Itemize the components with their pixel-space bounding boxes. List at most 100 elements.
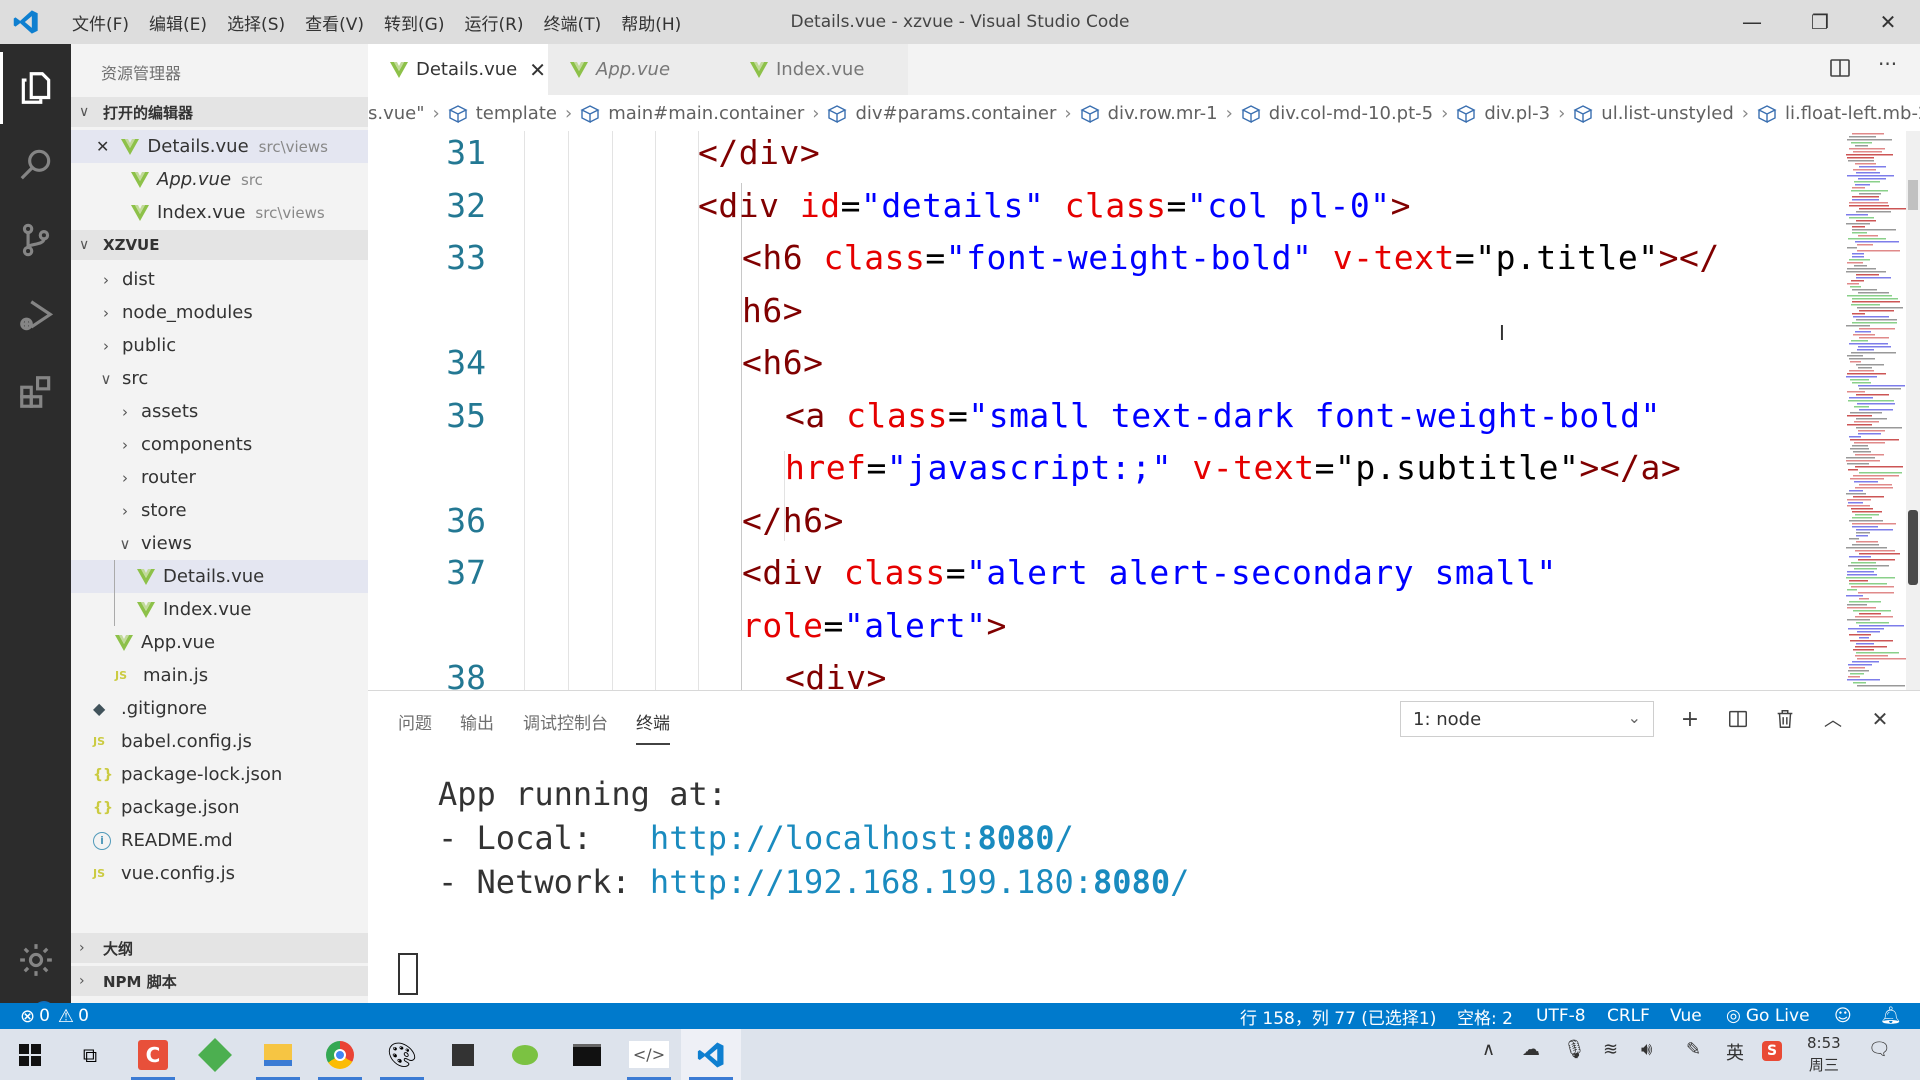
new-terminal-button[interactable]: + [1672,701,1708,737]
activity-source-control[interactable] [0,204,71,276]
tree-file[interactable]: {} package.json [71,791,368,824]
tree-file[interactable]: {} package-lock.json [71,758,368,791]
sogou-tray[interactable]: S [1762,1039,1782,1061]
tree-folder[interactable]: ∨ views [71,527,368,560]
taskbar-app-notes[interactable] [433,1029,493,1080]
ime-tray[interactable]: 英 [1726,1039,1744,1065]
tree-file[interactable]: i README.md [71,824,368,857]
network-url[interactable]: http://192.168.199.180:8080/ [650,863,1189,901]
maximize-panel-button[interactable]: ︿ [1815,701,1851,737]
breadcrumb-item[interactable]: li.float-left.mb-2 [1757,103,1920,124]
tree-folder[interactable]: › router [71,461,368,494]
menu-edit[interactable]: 编辑(E) [139,10,217,35]
close-icon[interactable]: ✕ [96,137,109,156]
tab-details-vue[interactable]: Details.vue ✕ [368,44,548,95]
tab-index-vue[interactable]: Index.vue [728,44,908,95]
breadcrumb-item[interactable]: template [448,103,557,124]
menu-go[interactable]: 转到(G) [374,10,454,35]
menu-selection[interactable]: 选择(S) [217,10,295,35]
menu-terminal[interactable]: 终端(T) [534,10,612,35]
activity-search[interactable] [0,128,71,200]
network-tray[interactable]: ≋ [1603,1039,1618,1060]
project-header[interactable]: ∨ XZVUE [71,230,368,260]
activity-run-debug[interactable] [0,280,71,352]
breadcrumb-item[interactable]: div#params.container [827,103,1056,124]
open-editor-item[interactable]: Index.vue src\views [71,196,368,229]
tree-folder[interactable]: › public [71,329,368,362]
close-panel-button[interactable]: ✕ [1862,701,1898,737]
taskbar-app-wechat[interactable] [495,1029,555,1080]
taskbar-app-code-editor[interactable]: </> [619,1029,679,1080]
restore-button[interactable]: ❐ [1792,0,1848,44]
problems-status[interactable]: ⊗ 0 ⚠ 0 [20,1003,89,1029]
taskbar-app-vscode[interactable] [681,1029,741,1080]
outline-header[interactable]: › 大纲 [71,933,368,963]
local-url[interactable]: http://localhost:8080/ [650,819,1074,857]
start-button[interactable] [0,1029,60,1080]
activity-settings[interactable] [0,924,71,996]
panel-tab-debug-console[interactable]: 调试控制台 [523,709,608,739]
activity-extensions[interactable] [0,356,71,428]
menu-file[interactable]: 文件(F) [62,10,139,35]
tree-file[interactable]: JS main.js [71,659,368,692]
open-editor-item[interactable]: App.vue src [71,163,368,196]
tree-file[interactable]: JS vue.config.js [71,857,368,890]
panel-tab-terminal[interactable]: 终端 [636,709,670,745]
menu-view[interactable]: 查看(V) [295,10,374,35]
line-ending[interactable]: CRLF [1607,1003,1650,1029]
npm-scripts-header[interactable]: › NPM 脚本 [71,966,368,996]
tree-folder[interactable]: › components [71,428,368,461]
breadcrumb-item[interactable]: main#main.container [580,103,804,124]
pen-tray[interactable]: ✎ [1686,1039,1701,1060]
breadcrumb-item[interactable]: ul.list-unstyled [1573,103,1734,124]
breadcrumb-item[interactable]: div.col-md-10.pt-5 [1241,103,1433,124]
tree-folder[interactable]: › store [71,494,368,527]
indentation[interactable]: 空格: 2 [1457,1003,1513,1029]
taskbar-app-camtasia[interactable]: C [123,1029,183,1080]
taskbar-app-explorer[interactable] [248,1029,308,1080]
split-terminal-button[interactable] [1720,701,1756,737]
tree-folder[interactable]: › assets [71,395,368,428]
close-window-button[interactable]: ✕ [1860,0,1916,44]
minimize-button[interactable]: — [1724,0,1780,44]
taskbar-app-chrome[interactable] [310,1029,370,1080]
activity-explorer[interactable] [0,52,71,124]
taskbar-app-paint[interactable]: 🎨︎ [372,1029,432,1080]
breadcrumb-item[interactable]: div.pl-3 [1456,103,1550,124]
terminal-select[interactable]: 1: node ⌄ [1400,701,1654,737]
volume-tray[interactable]: 🔊︎ [1641,1039,1652,1060]
notifications-button[interactable]: 🔔︎ [1880,1003,1902,1029]
code-editor[interactable]: 31 </div> 32 <div id="details" class="col p… [368,131,1848,690]
vertical-scrollbar[interactable] [1906,131,1920,690]
cursor-position[interactable]: 行 158，列 77 (已选择1) [1240,1003,1436,1029]
tree-file[interactable]: JS babel.config.js [71,725,368,758]
encoding[interactable]: UTF-8 [1536,1003,1586,1029]
panel-tab-problems[interactable]: 问题 [398,709,432,739]
onedrive-tray[interactable]: ☁︎ [1522,1039,1540,1060]
tree-file[interactable]: ◆ .gitignore [71,692,368,725]
menu-run[interactable]: 运行(R) [454,10,533,35]
microphone-tray[interactable]: 🎙︎ [1563,1039,1586,1060]
more-actions-button[interactable]: ··· [1878,52,1897,76]
panel-tab-output[interactable]: 输出 [460,709,494,739]
breadcrumb-item[interactable]: s.vue" [368,103,425,124]
tree-file[interactable]: Index.vue [71,593,368,626]
tree-folder[interactable]: ∨ src [71,362,368,395]
action-center-button[interactable]: 🗨︎ [1868,1039,1891,1060]
open-editors-header[interactable]: ∨ 打开的编辑器 [71,97,368,127]
kill-terminal-button[interactable] [1767,701,1803,737]
close-icon[interactable]: ✕ [529,58,546,82]
tray-overflow-button[interactable]: ∧ [1482,1039,1495,1060]
task-view-button[interactable]: ⧉ [60,1029,120,1080]
tree-folder[interactable]: › node_modules [71,296,368,329]
tree-file[interactable]: Details.vue [71,560,368,593]
tree-file[interactable]: App.vue [71,626,368,659]
tree-folder[interactable]: › dist [71,263,368,296]
menu-help[interactable]: 帮助(H) [611,10,691,35]
feedback-button[interactable]: ☺ [1834,1003,1852,1029]
go-live-button[interactable]: ◎ Go Live [1726,1003,1810,1029]
split-editor-button[interactable] [1828,56,1854,82]
tab-app-vue[interactable]: App.vue [548,44,728,95]
clock[interactable]: 8:53 周三 [1807,1032,1841,1076]
language-mode[interactable]: Vue [1670,1003,1702,1029]
